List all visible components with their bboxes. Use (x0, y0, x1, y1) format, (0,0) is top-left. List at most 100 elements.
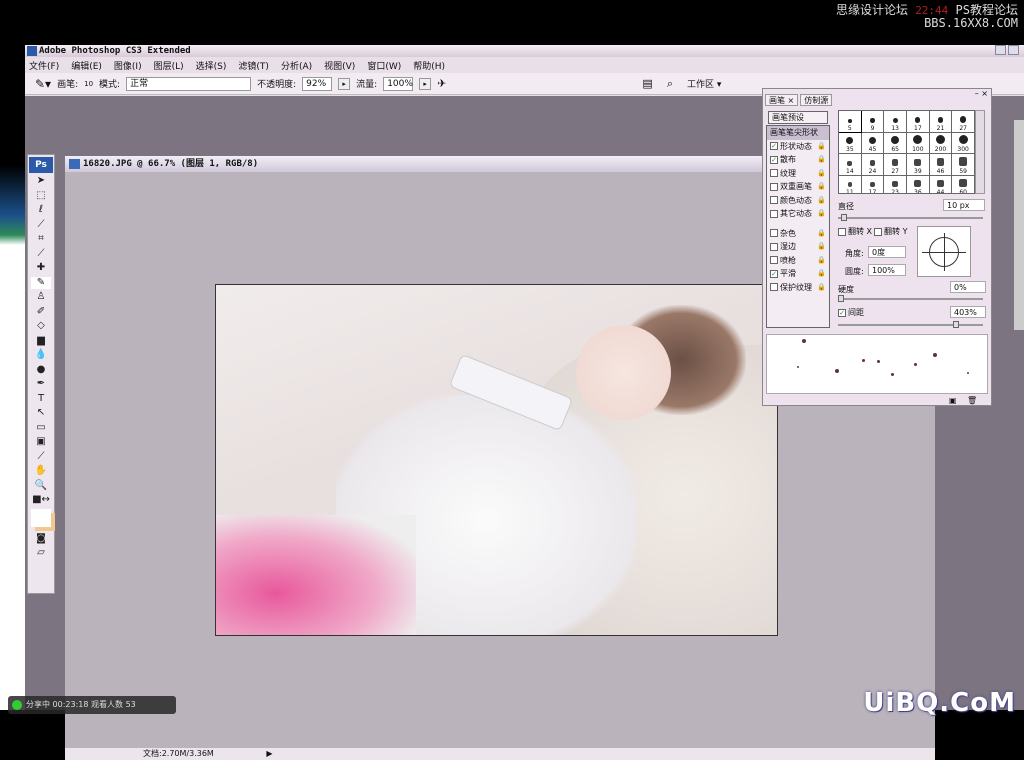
slice-icon[interactable]: ⟋ (31, 248, 51, 261)
brush-picker[interactable]: 10 (84, 80, 93, 88)
move-icon[interactable]: ➤ (31, 175, 51, 188)
brush-tip[interactable]: 23 (884, 175, 906, 193)
brush-option-item[interactable]: ✓ 平滑 🔒 (767, 267, 829, 281)
collapsed-panels[interactable] (1014, 120, 1024, 330)
lock-icon[interactable]: 🔒 (817, 194, 826, 207)
airbrush-icon[interactable]: ✈ (437, 77, 446, 90)
eraser-icon[interactable]: ◇ (31, 320, 51, 333)
hardness-slider[interactable] (838, 298, 983, 300)
crop-icon[interactable]: ⌗ (31, 233, 51, 246)
roundness-field[interactable]: 100% (868, 264, 906, 276)
palette-well-icon[interactable]: ▤ (642, 77, 652, 90)
history-brush-icon[interactable]: ✐ (31, 306, 51, 319)
lock-icon[interactable]: 🔒 (817, 227, 826, 240)
menu-filter[interactable]: 滤镜(T) (238, 59, 269, 72)
brush-option-item[interactable]: 颜色动态 🔒 (767, 194, 829, 208)
delete-brush-icon[interactable]: 🗑 (967, 396, 977, 405)
canvas-image[interactable] (215, 284, 778, 636)
brush-tip[interactable]: 24 (861, 154, 884, 175)
opacity-field[interactable]: 92% (302, 76, 333, 91)
angle-field[interactable]: 0度 (868, 246, 906, 258)
brush-option-item[interactable]: 湿边 🔒 (767, 240, 829, 254)
menu-view[interactable]: 视图(V) (324, 59, 355, 72)
flow-field[interactable]: 100% (383, 76, 414, 91)
menu-analysis[interactable]: 分析(A) (281, 59, 312, 72)
option-checkbox[interactable] (770, 256, 778, 265)
flip-x-checkbox[interactable] (838, 227, 846, 236)
screen-mode-icon[interactable]: ▱ (31, 547, 51, 560)
brush-tip[interactable]: 46 (929, 154, 952, 175)
flow-slider-button[interactable]: ▸ (419, 77, 432, 90)
notes-icon[interactable]: ▣ (31, 436, 51, 449)
brush-option-item[interactable]: 杂色 🔒 (767, 227, 829, 241)
brush-icon[interactable]: ✎ (31, 276, 51, 289)
brush-tip[interactable]: 21 (929, 111, 952, 132)
option-checkbox[interactable]: ✓ (770, 142, 778, 151)
zoom-icon[interactable]: 🔍 (31, 480, 51, 493)
mode-select[interactable]: 正常 (126, 76, 252, 91)
brush-tip[interactable]: 39 (906, 154, 929, 175)
brush-option-item[interactable]: ✓ 散布 🔒 (767, 153, 829, 167)
healing-icon[interactable]: ✚ (31, 262, 51, 275)
lock-icon[interactable]: 🔒 (817, 207, 826, 220)
menu-image[interactable]: 图像(I) (114, 59, 142, 72)
dodge-icon[interactable]: ● (31, 364, 51, 377)
menu-layer[interactable]: 图层(L) (154, 59, 184, 72)
brush-option-item[interactable]: 画笔笔尖形状 (767, 126, 829, 140)
status-menu-arrow[interactable]: ▶ (266, 749, 272, 758)
brush-tip[interactable]: 11 (839, 175, 861, 193)
panel-close-icon[interactable]: – × (975, 89, 988, 98)
menu-file[interactable]: 文件(F) (29, 59, 59, 72)
blur-icon[interactable]: 💧 (31, 349, 51, 362)
spacing-slider[interactable] (838, 324, 983, 326)
hardness-field[interactable]: 0% (950, 281, 986, 293)
option-checkbox[interactable] (770, 229, 778, 238)
option-checkbox[interactable] (770, 242, 778, 251)
brush-tip[interactable]: 35 (839, 132, 861, 153)
brush-option-item[interactable]: 保护纹理 🔒 (767, 281, 829, 295)
option-checkbox[interactable] (770, 182, 778, 191)
brush-tip[interactable]: 36 (906, 175, 929, 193)
brush-option-item[interactable]: 双重画笔 🔒 (767, 180, 829, 194)
quick-select-icon[interactable]: ⟋ (31, 219, 51, 232)
gradient-icon[interactable]: ▆ (31, 335, 51, 348)
brush-tool-preset-icon[interactable]: ✎▾ (35, 77, 51, 91)
lock-icon[interactable]: 🔒 (817, 267, 826, 280)
lock-icon[interactable]: 🔒 (817, 140, 826, 153)
maximize-button[interactable] (1008, 45, 1019, 55)
spacing-field[interactable]: 403% (950, 306, 986, 318)
brush-tip-scrollbar[interactable] (975, 110, 985, 194)
diameter-field[interactable]: 10 px (943, 199, 985, 211)
pen-icon[interactable]: ✒ (31, 378, 51, 391)
brush-tip[interactable]: 45 (861, 132, 884, 153)
spacing-checkbox[interactable]: ✓ (838, 308, 846, 317)
lock-icon[interactable]: 🔒 (817, 167, 826, 180)
option-checkbox[interactable] (770, 169, 778, 178)
quick-mask-icon[interactable]: ◙ (31, 533, 51, 546)
bridge-icon[interactable]: ⌕ (667, 77, 673, 91)
eyedropper-icon[interactable]: ⟋ (31, 451, 51, 464)
brush-option-item[interactable]: 其它动态 🔒 (767, 207, 829, 221)
brush-tip[interactable]: 27 (952, 111, 974, 132)
flip-y-checkbox[interactable] (874, 227, 883, 236)
brush-option-item[interactable]: 纹理 🔒 (767, 167, 829, 181)
brush-tip[interactable]: 44 (929, 175, 952, 193)
hand-icon[interactable]: ✋ (31, 465, 51, 478)
brush-option-item[interactable]: 喷枪 🔒 (767, 254, 829, 268)
option-checkbox[interactable] (770, 196, 778, 205)
brush-tip[interactable]: 200 (929, 132, 952, 153)
spacing-slider-knob[interactable] (952, 321, 959, 328)
workspace-menu[interactable]: 工作区 ▾ (687, 77, 721, 90)
brush-presets-button[interactable]: 画笔预设 (768, 111, 828, 124)
brush-tip[interactable]: 27 (884, 154, 906, 175)
diameter-slider-knob[interactable] (841, 214, 847, 221)
diameter-slider[interactable] (838, 217, 983, 219)
brush-tip[interactable]: 100 (906, 132, 929, 153)
brush-option-item[interactable]: ✓ 形状动态 🔒 (767, 140, 829, 154)
menu-edit[interactable]: 编辑(E) (71, 59, 102, 72)
lock-icon[interactable]: 🔒 (817, 281, 826, 294)
option-checkbox[interactable] (770, 209, 778, 218)
lock-icon[interactable]: 🔒 (817, 153, 826, 166)
brush-tip[interactable]: 5 (839, 111, 862, 133)
path-select-icon[interactable]: ↖ (31, 407, 51, 420)
